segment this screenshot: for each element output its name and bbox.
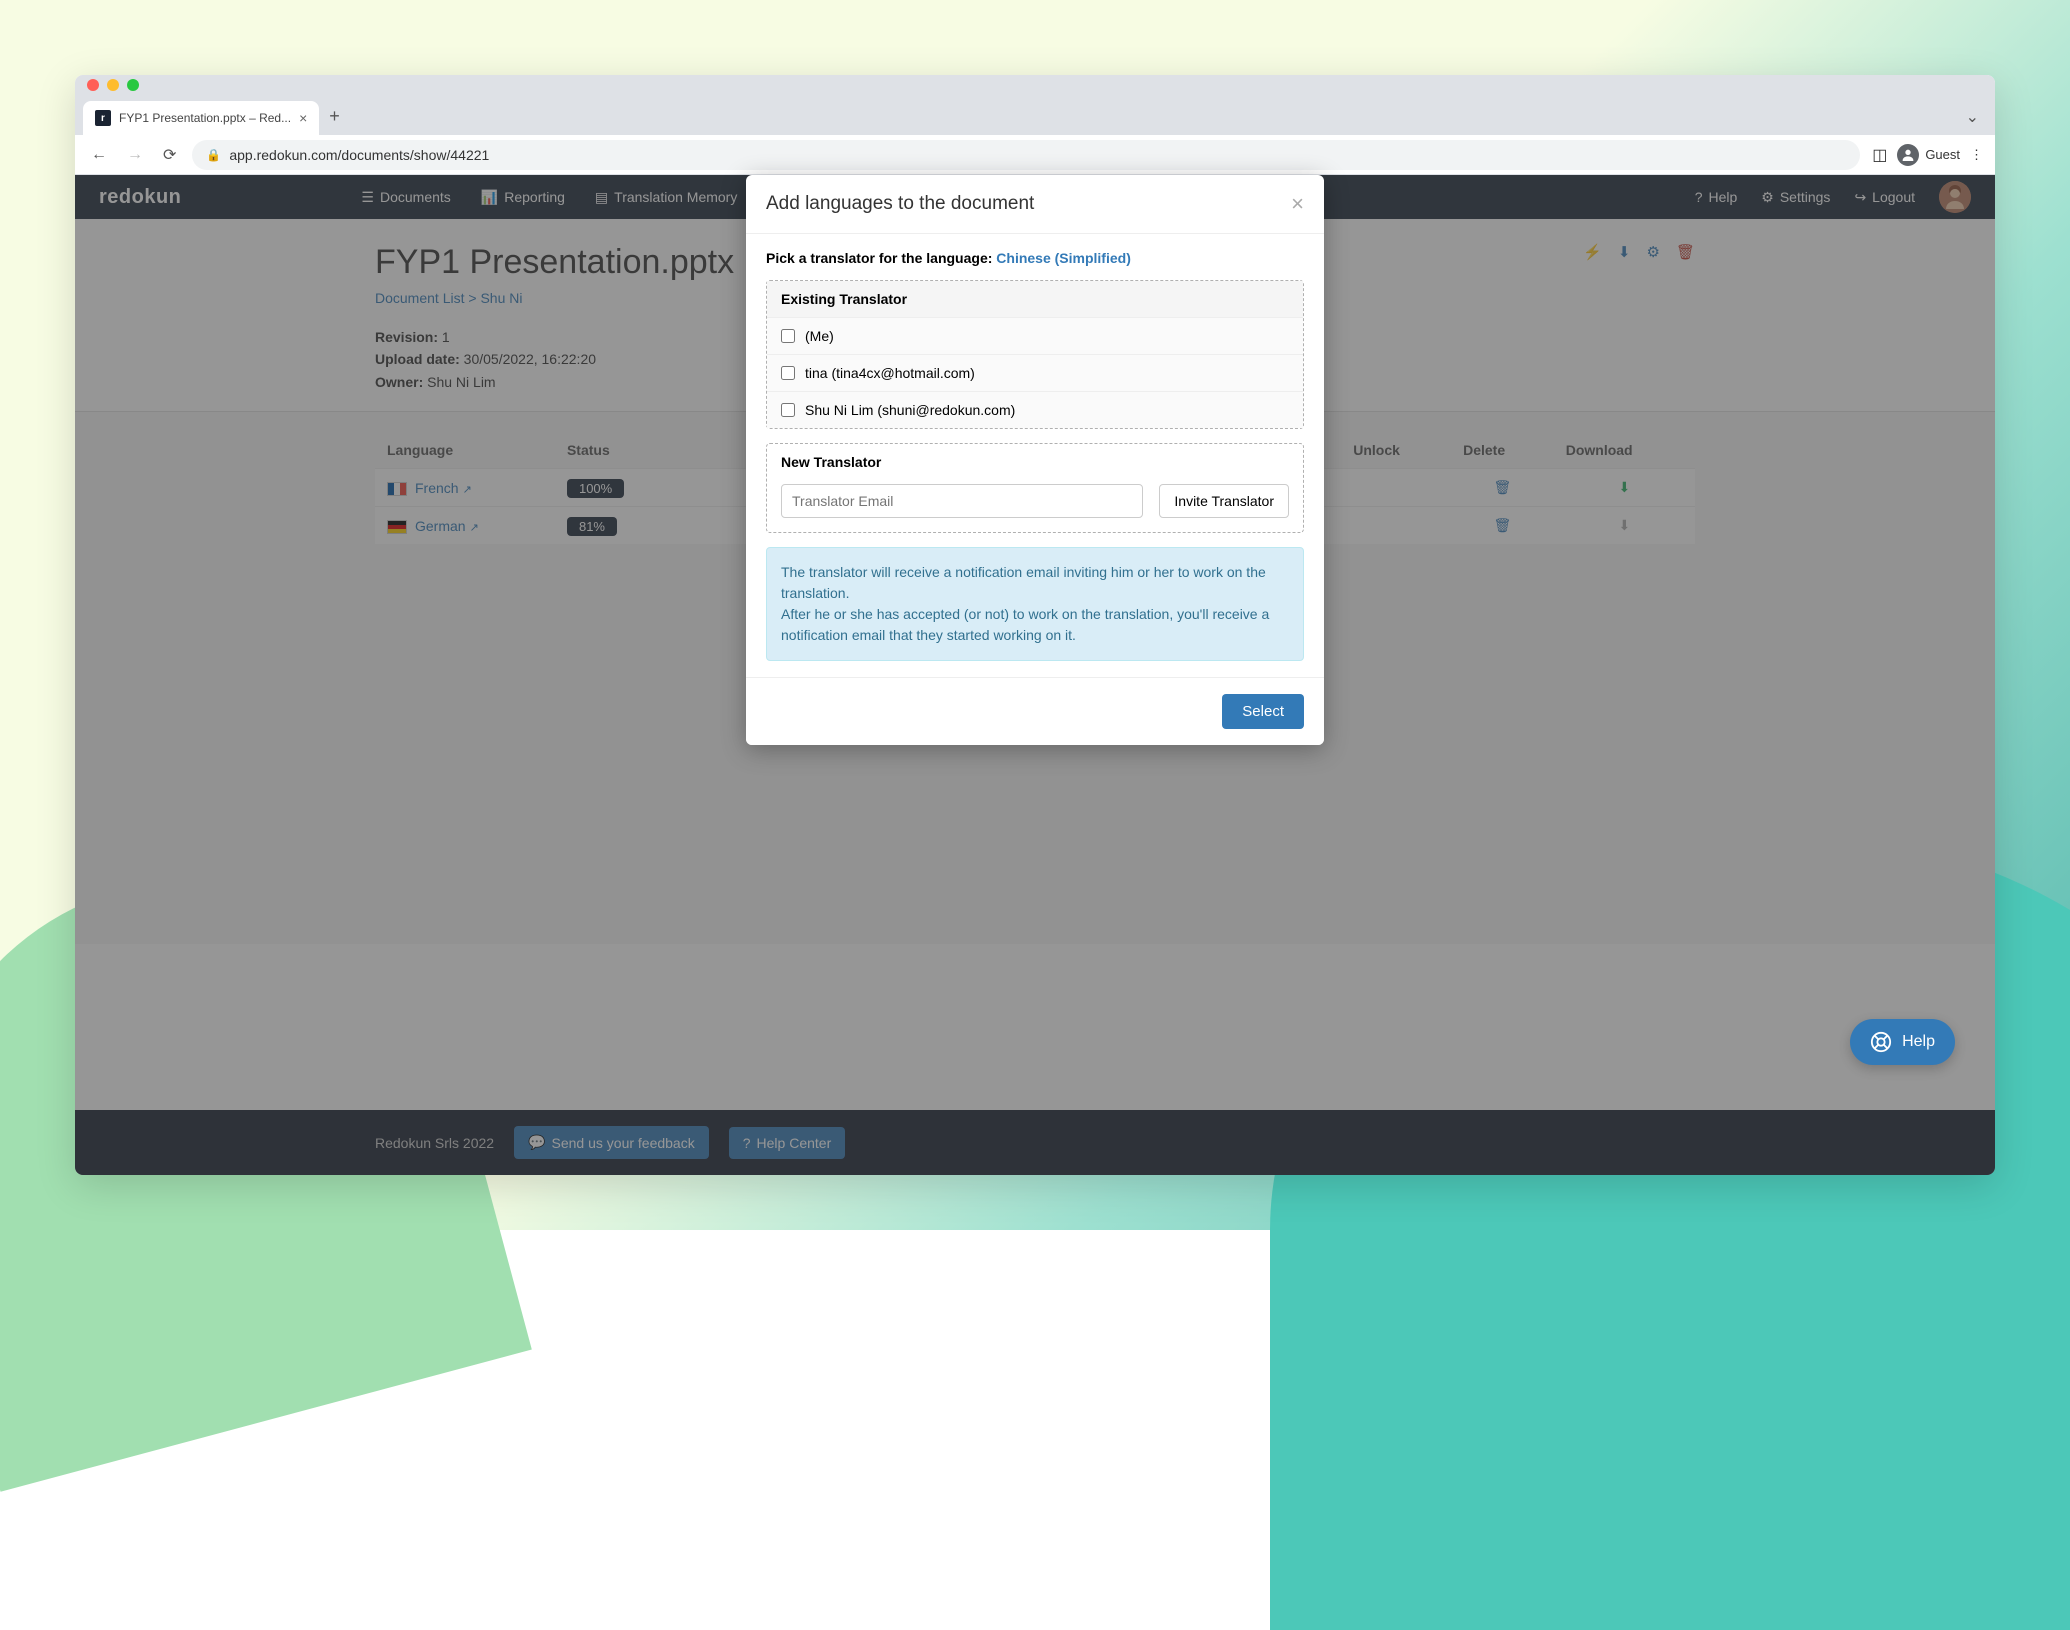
person-icon xyxy=(1897,144,1919,166)
new-translator-title: New Translator xyxy=(781,444,1289,480)
new-translator-box: New Translator Invite Translator xyxy=(766,443,1304,533)
lock-icon: 🔒 xyxy=(206,148,221,162)
existing-translator-title: Existing Translator xyxy=(767,281,1303,317)
browser-tab[interactable]: r FYP1 Presentation.pptx – Red... × xyxy=(83,101,319,135)
language-link[interactable]: Chinese (Simplified) xyxy=(996,250,1131,266)
translator-option[interactable]: Shu Ni Lim (shuni@redokun.com) xyxy=(767,391,1303,428)
address-bar[interactable]: 🔒 app.redokun.com/documents/show/44221 xyxy=(192,140,1860,170)
url-text: app.redokun.com/documents/show/44221 xyxy=(229,147,489,163)
translator-option[interactable]: tina (tina4cx@hotmail.com) xyxy=(767,354,1303,391)
browser-menu-icon[interactable]: ⋮ xyxy=(1970,147,1983,163)
translator-checkbox[interactable] xyxy=(781,366,795,380)
reload-button[interactable]: ⟳ xyxy=(159,141,180,169)
modal-close-icon[interactable]: × xyxy=(1291,191,1304,217)
translator-checkbox[interactable] xyxy=(781,403,795,417)
lifebuoy-icon xyxy=(1870,1031,1892,1053)
existing-translator-box: Existing Translator (Me) tina (tina4cx@h… xyxy=(766,280,1304,429)
select-button[interactable]: Select xyxy=(1222,694,1304,729)
tabs-overflow-icon[interactable]: ⌄ xyxy=(1958,99,1987,135)
window-maximize[interactable] xyxy=(127,79,139,91)
favicon: r xyxy=(95,110,111,126)
translator-email-input[interactable] xyxy=(781,484,1143,518)
help-fab[interactable]: Help xyxy=(1850,1019,1955,1065)
guest-label: Guest xyxy=(1925,147,1960,162)
browser-toolbar: ← → ⟳ 🔒 app.redokun.com/documents/show/4… xyxy=(75,135,1995,175)
modal-overlay[interactable]: Add languages to the document × Pick a t… xyxy=(75,175,1995,1175)
translator-option[interactable]: (Me) xyxy=(767,317,1303,354)
modal-title: Add languages to the document xyxy=(766,193,1034,215)
back-button[interactable]: ← xyxy=(87,142,111,168)
tab-title: FYP1 Presentation.pptx – Red... xyxy=(119,111,291,125)
window-titlebar xyxy=(75,75,1995,95)
add-languages-modal: Add languages to the document × Pick a t… xyxy=(746,175,1324,745)
tab-strip: r FYP1 Presentation.pptx – Red... × + ⌄ xyxy=(75,95,1995,135)
tab-close-icon[interactable]: × xyxy=(299,110,307,126)
forward-button[interactable]: → xyxy=(123,142,147,168)
invite-translator-button[interactable]: Invite Translator xyxy=(1159,484,1289,518)
extensions-icon[interactable]: ◫ xyxy=(1872,145,1887,165)
window-close[interactable] xyxy=(87,79,99,91)
translator-checkbox[interactable] xyxy=(781,329,795,343)
new-tab-button[interactable]: + xyxy=(319,98,350,135)
browser-window: r FYP1 Presentation.pptx – Red... × + ⌄ … xyxy=(75,75,1995,1175)
window-minimize[interactable] xyxy=(107,79,119,91)
info-notice: The translator will receive a notificati… xyxy=(766,547,1304,661)
profile-button[interactable]: Guest xyxy=(1897,144,1960,166)
